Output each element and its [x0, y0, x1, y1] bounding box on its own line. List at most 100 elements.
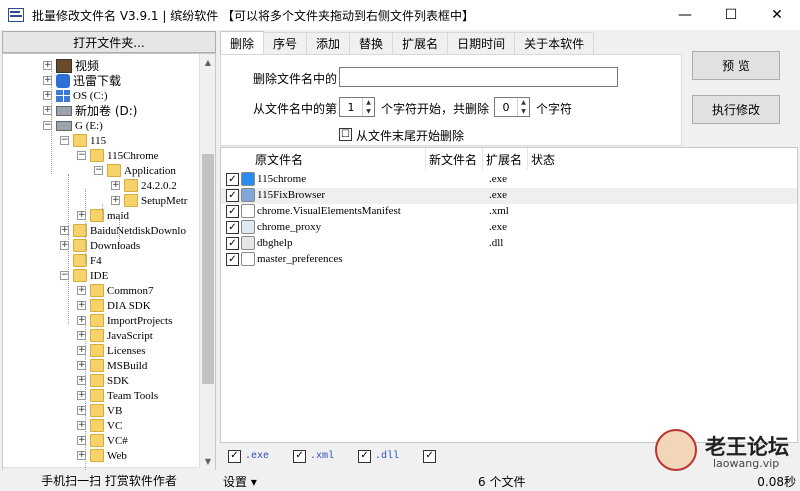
tab-3[interactable]: 替换 — [349, 32, 394, 54]
tree-item[interactable]: + DIA SDK — [77, 298, 151, 313]
tree-item-label: Common7 — [107, 284, 154, 297]
tree-item-label: VB — [107, 404, 123, 417]
row-checkbox[interactable]: ✓ — [226, 189, 239, 202]
video-icon — [56, 58, 72, 73]
row-checkbox[interactable]: ✓ — [226, 221, 239, 234]
folder-icon — [90, 419, 104, 432]
folder-icon — [73, 134, 87, 147]
file-extension: .exe — [489, 173, 508, 185]
folder-icon — [90, 284, 104, 297]
tree-item[interactable]: + OS (C:) — [43, 88, 108, 103]
extension-filter-checkbox[interactable]: ✓ — [423, 449, 437, 463]
tree-connector-line — [68, 174, 69, 324]
row-checkbox[interactable]: ✓ — [226, 173, 239, 186]
folder-icon — [90, 344, 104, 357]
table-row[interactable]: ✓ master_preferences — [221, 252, 797, 268]
row-checkbox[interactable]: ✓ — [226, 237, 239, 250]
tree-item[interactable]: + VB — [77, 403, 122, 418]
column-header[interactable]: 扩展名 — [486, 148, 522, 170]
tree-item[interactable]: +24.2.0.2 — [111, 178, 177, 193]
collapse-icon[interactable]: − — [77, 151, 86, 160]
tree-item-label: 115Chrome — [107, 149, 159, 162]
tree-item[interactable]: + JavaScript — [77, 328, 153, 343]
table-row[interactable]: ✓ chrome.VisualElementsManifest .xml — [221, 204, 797, 220]
tree-item[interactable]: + Team Tools — [77, 388, 158, 403]
tree-item[interactable]: + BaiduNetdiskDownlo — [60, 223, 186, 238]
start-position-stepper[interactable]: 1 ▲ ▼ — [339, 97, 375, 117]
tree-vertical-scrollbar[interactable]: ▲ ▼ — [199, 54, 215, 483]
row-checkbox[interactable]: ✓ — [226, 205, 239, 218]
column-header[interactable]: 状态 — [531, 148, 555, 170]
spin-down-icon[interactable]: ▼ — [363, 107, 374, 116]
execute-button[interactable]: 执行修改 — [692, 95, 780, 124]
extension-filter: ✓ .exe — [228, 449, 269, 463]
column-separator[interactable] — [527, 148, 528, 170]
open-folder-button[interactable]: 打开文件夹... — [2, 31, 216, 53]
column-separator[interactable] — [482, 148, 483, 170]
tree-item[interactable]: + VC — [77, 418, 122, 433]
scroll-up-arrow-icon[interactable]: ▲ — [200, 54, 215, 70]
tab-4[interactable]: 扩展名 — [392, 32, 449, 54]
tree-item[interactable]: + Downloads — [60, 238, 140, 253]
tab-0[interactable]: 删除 — [220, 31, 265, 55]
tab-1[interactable]: 序号 — [263, 32, 308, 54]
expand-icon[interactable]: + — [77, 301, 86, 310]
table-row[interactable]: ✓ chrome_proxy .exe — [221, 220, 797, 236]
tree-item[interactable]: + Licenses — [77, 343, 145, 358]
spin-up-icon[interactable]: ▲ — [363, 98, 374, 107]
table-row[interactable]: ✓ dbghelp .dll — [221, 236, 797, 252]
tree-scroll-thumb[interactable] — [202, 154, 214, 384]
spin-up-icon[interactable]: ▲ — [518, 98, 529, 107]
tree-item-label: 新加卷 (D:) — [75, 104, 138, 118]
tree-item[interactable]: F4 — [60, 253, 102, 268]
settings-menu-button[interactable]: 设置 ▾ — [223, 473, 257, 490]
close-button[interactable]: ✕ — [754, 0, 800, 30]
extension-filter-checkbox[interactable]: ✓ — [293, 449, 307, 463]
table-row[interactable]: ✓ 115FixBrowser .exe — [221, 188, 797, 204]
tree-item[interactable]: + Common7 — [77, 283, 153, 298]
tree-item[interactable]: + 迅雷下载 — [43, 73, 121, 88]
tree-item[interactable]: + SetupMetr — [111, 193, 187, 208]
spin-down-icon[interactable]: ▼ — [518, 107, 529, 116]
column-separator[interactable] — [425, 148, 426, 170]
file-list[interactable]: 原文件名 新文件名 扩展名 状态 ✓ 115chrome .exe ✓ 115FixBrowse… — [220, 147, 798, 443]
tree-item[interactable]: − Application — [94, 163, 176, 178]
folder-icon — [73, 269, 87, 282]
maximize-button[interactable]: ☐ — [708, 0, 754, 30]
title-bar: 批量修改文件名 V3.9.1 | 缤纷软件 【可以将多个文件夹拖动到右侧文件列表… — [0, 0, 800, 30]
table-row[interactable]: ✓ 115chrome .exe — [221, 172, 797, 188]
tree-item[interactable]: + ImportProjects — [77, 313, 172, 328]
scroll-down-arrow-icon[interactable]: ▼ — [200, 453, 215, 469]
tree-item[interactable]: − 115 — [60, 133, 106, 148]
tree-item[interactable]: + 新加卷 (D:) — [43, 103, 137, 118]
tab-2[interactable]: 添加 — [306, 32, 351, 54]
dll-icon — [241, 236, 255, 250]
minimize-button[interactable]: — — [662, 0, 708, 30]
expand-icon[interactable]: + — [111, 196, 120, 205]
preview-button[interactable]: 预 览 — [692, 51, 780, 80]
tree-item-label: Team Tools — [107, 389, 159, 402]
column-header[interactable]: 新文件名 — [429, 148, 477, 170]
row-checkbox[interactable]: ✓ — [226, 253, 239, 266]
scan-to-tip-button[interactable]: 手机扫一扫 打赏软件作者 — [2, 470, 216, 490]
tree-item[interactable]: − 115Chrome — [77, 148, 159, 163]
start-position-value: 1 — [347, 100, 355, 114]
column-header[interactable]: 原文件名 — [255, 148, 303, 170]
collapse-icon[interactable]: − — [60, 136, 69, 145]
folder-tree[interactable]: ▲ ▼ ◀ ▶ +视频+迅雷下载+OS (C:)+新加卷 (D:)−G (E:)… — [2, 53, 216, 484]
tree-connector-line — [119, 219, 120, 249]
extension-filter-checkbox[interactable]: ✓ — [228, 449, 241, 463]
file-extension: .exe — [489, 189, 508, 201]
tree-item[interactable]: + MSBuild — [77, 358, 147, 373]
folder-icon — [90, 404, 104, 417]
extension-filter-label: .dll — [375, 450, 400, 462]
collapse-icon[interactable]: − — [94, 166, 103, 175]
expand-icon[interactable]: + — [111, 181, 120, 190]
remove-text-input[interactable] — [339, 67, 618, 87]
delete-count-stepper[interactable]: 0 ▲ ▼ — [494, 97, 530, 117]
tab-5[interactable]: 日期时间 — [447, 32, 516, 54]
delete-from-end-checkbox[interactable]: ☐ — [339, 128, 352, 141]
expand-icon[interactable]: + — [77, 286, 86, 295]
extension-filter-checkbox[interactable]: ✓ — [358, 449, 372, 463]
tab-6[interactable]: 关于本软件 — [514, 32, 595, 54]
